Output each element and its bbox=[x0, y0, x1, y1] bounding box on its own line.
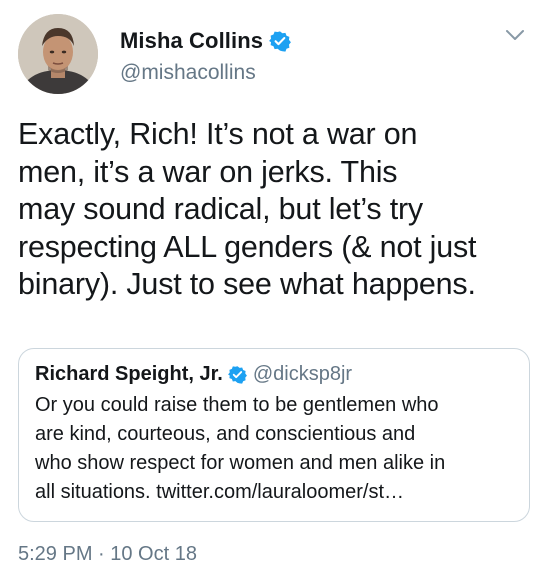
quoted-text-line: all situations. twitter.com/lauraloomer/… bbox=[35, 481, 405, 503]
tweet-timestamp[interactable]: 5:29 PM · 10 Oct 18 bbox=[18, 543, 197, 566]
quoted-tweet-card[interactable]: Richard Speight, Jr. @dicksp8jr Or you c… bbox=[18, 348, 530, 522]
avatar-image bbox=[18, 14, 98, 94]
tweet-text-line: men, it’s a war on jerks. This bbox=[18, 154, 398, 189]
author-name-row[interactable]: Misha Collins bbox=[120, 28, 292, 54]
tweet-text-line: may sound radical, but let’s try bbox=[18, 192, 423, 226]
tweet-text: Exactly, Rich! It’s not a war on men, it… bbox=[18, 116, 530, 304]
quoted-author-name: Richard Speight, Jr. bbox=[35, 363, 223, 385]
quoted-tweet-header: Richard Speight, Jr. @dicksp8jr bbox=[35, 363, 352, 386]
tweet-text-line: Exactly, Rich! It’s not a war on bbox=[18, 117, 418, 151]
avatar[interactable] bbox=[18, 14, 98, 94]
quoted-text-line: who show respect for women and men alike… bbox=[35, 452, 446, 474]
chevron-down-icon[interactable] bbox=[504, 28, 526, 42]
verified-badge-icon bbox=[227, 366, 247, 384]
author-display-name[interactable]: Misha Collins bbox=[120, 28, 263, 54]
tweet-text-line: binary). Just to see what happens. bbox=[18, 267, 476, 301]
quoted-tweet-text: Or you could raise them to be gentlemen … bbox=[35, 391, 515, 507]
quoted-author-handle: @dicksp8jr bbox=[252, 363, 353, 385]
author-handle[interactable]: @mishacollins bbox=[120, 61, 256, 85]
tweet-text-line: respecting ALL genders (& not just bbox=[18, 229, 477, 264]
quoted-text-line: Or you could raise them to be gentlemen … bbox=[35, 394, 439, 416]
verified-badge-icon bbox=[269, 31, 292, 52]
tweet-card: Misha Collins @mishacollins Exactly, Ric… bbox=[0, 0, 540, 579]
quoted-text-line: are kind, courteous, and conscientious a… bbox=[35, 423, 416, 445]
